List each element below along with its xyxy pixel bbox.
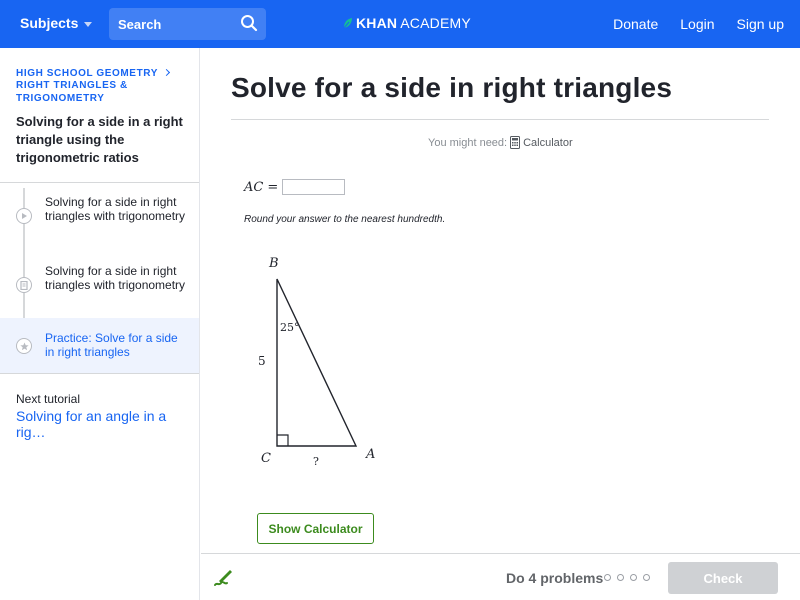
login-link[interactable]: Login [680, 16, 714, 32]
side-ca-label: ? [313, 455, 319, 468]
sidebar-item-label: Solving for a side in right triangles wi… [45, 264, 186, 292]
leaf-logo-icon [343, 18, 352, 29]
sidebar-item-video[interactable]: Solving for a side in right triangles wi… [0, 184, 199, 252]
tutorial-title: Solving for a side in a right triangle u… [16, 114, 183, 165]
breadcrumb-unit[interactable]: Right triangles & trigonometry [16, 79, 136, 105]
tools-hint: You might need: Calculator [428, 136, 573, 149]
progress-dots [604, 574, 650, 581]
scratchpad-pencil-icon[interactable] [213, 567, 235, 587]
signup-link[interactable]: Sign up [737, 16, 784, 32]
vertex-a-label: A [365, 447, 375, 462]
progress-dot [643, 574, 650, 581]
sidebar-item-article[interactable]: Solving for a side in right triangles wi… [0, 252, 199, 318]
sidebar-divider [0, 373, 199, 374]
tutorial-sidebar: High school geometry Right triangles & t… [0, 48, 200, 600]
breadcrumb-course-label: High school geometry [16, 68, 159, 79]
logo-text-academy: ACADEMY [400, 15, 471, 31]
side-bc-label: 5 [258, 354, 266, 368]
account-nav: Donate Login Sign up [613, 16, 784, 32]
progress-dot [617, 574, 624, 581]
might-need-label: You might need: [428, 136, 508, 149]
vertex-b-label: B [268, 256, 279, 271]
top-nav-bar: Subjects KHANACADEMY Donate Login Sign u… [0, 0, 800, 48]
angle-b-label: 25° [280, 321, 300, 334]
show-calculator-button[interactable]: Show Calculator [257, 513, 374, 544]
equation-equals: = [267, 179, 279, 195]
donate-link[interactable]: Donate [613, 16, 658, 32]
search-input[interactable] [118, 16, 238, 32]
search-box[interactable] [109, 8, 266, 40]
title-divider [231, 119, 769, 120]
sidebar-divider [0, 182, 199, 183]
chevron-right-icon [162, 68, 171, 77]
play-icon [16, 208, 32, 224]
article-icon [16, 277, 32, 293]
khan-academy-logo[interactable]: KHAN ACADEMY [343, 15, 471, 31]
sidebar-item-label: Solving for a side in right triangles wi… [45, 195, 186, 223]
check-answer-button[interactable]: Check [668, 562, 778, 594]
calculator-link[interactable]: Calculator [510, 136, 573, 149]
subjects-menu[interactable]: Subjects [20, 15, 93, 31]
right-triangle-diagram: B C A 25° 5 ? [258, 256, 375, 468]
exercise-panel: Solve for a side in right triangles You … [201, 48, 800, 553]
logo-text-khan: KHAN [356, 15, 398, 31]
rounding-instruction: Round your answer to the nearest hundred… [244, 214, 446, 225]
right-angle-marker [277, 434, 289, 446]
answer-input[interactable] [282, 179, 346, 195]
problem-count-label: Do 4 problems [506, 570, 604, 586]
next-tutorial-label: Next tutorial [16, 392, 81, 406]
triangle-shape [276, 278, 358, 447]
calculator-icon [510, 136, 521, 149]
page-title: Solve for a side in right triangles [231, 72, 673, 103]
equation-lhs: AC [244, 179, 264, 195]
sidebar-item-practice[interactable]: Practice: Solve for a side in right tria… [0, 318, 199, 373]
next-tutorial-link[interactable]: Solving for an angle in a rig… [16, 408, 199, 440]
calculator-label: Calculator [523, 136, 573, 149]
exercise-footer: Do 4 problems Check [201, 553, 800, 600]
caret-down-icon [84, 21, 93, 27]
progress-dot [604, 574, 611, 581]
vertex-c-label: C [261, 451, 271, 466]
subjects-label: Subjects [20, 15, 79, 31]
search-icon[interactable] [240, 14, 258, 32]
star-icon [16, 338, 32, 354]
answer-equation: AC = [244, 179, 346, 195]
progress-dot [630, 574, 637, 581]
sidebar-item-label: Practice: Solve for a side in right tria… [45, 331, 178, 359]
